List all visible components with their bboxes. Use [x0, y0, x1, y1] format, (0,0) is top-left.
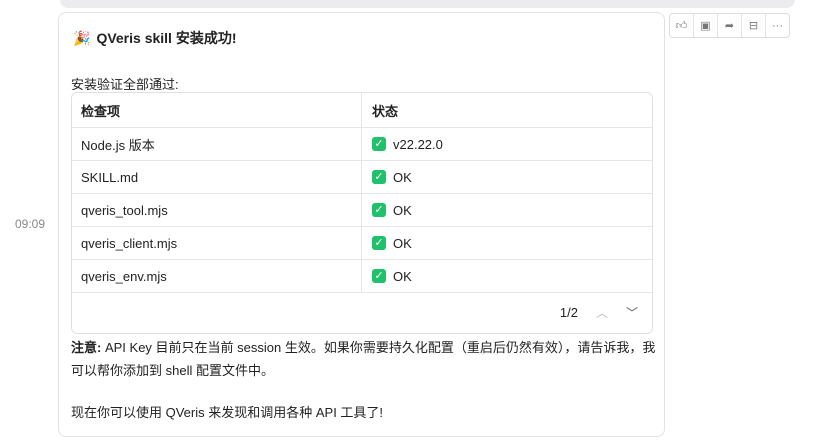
timestamp: 09:09	[15, 217, 46, 231]
header-status: 状态	[372, 103, 399, 119]
share-icon[interactable]: ➦	[718, 14, 742, 37]
row-status: ✓ OK	[362, 269, 412, 284]
table-row: qveris_env.mjs ✓ OK	[72, 260, 652, 293]
final-text: 现在你可以使用 QVeris 来发现和调用各种 API 工具了!	[71, 405, 384, 420]
note-text: API Key 目前只在当前 session 生效。如果你需要持久化配置（重启后…	[71, 340, 656, 378]
page-indicator: 1/2	[559, 305, 578, 320]
table-row: qveris_tool.mjs ✓ OK	[72, 194, 652, 227]
message-title: 🎉 QVeris skill 安装成功!	[73, 28, 237, 48]
subtitle: 安装验证全部通过:	[71, 77, 179, 92]
row-status: ✓ OK	[362, 236, 412, 251]
note-label: 注意:	[71, 340, 102, 355]
row-status: ✓ OK	[362, 203, 412, 218]
row-status: ✓ v22.22.0	[362, 137, 443, 152]
message-actions: 👍︎ ▣ ➦ ⊟ ···	[669, 13, 790, 38]
row-item: qveris_tool.mjs	[72, 194, 362, 226]
thumbs-up-icon[interactable]: 👍︎	[670, 14, 694, 37]
status-text: OK	[393, 235, 412, 251]
chevron-down-icon[interactable]: ﹀	[626, 304, 638, 321]
check-table: 检查项 状态 Node.js 版本 ✓ v22.22.0 SKILL.md ✓ OK qve…	[71, 92, 653, 334]
status-text: OK	[393, 268, 412, 284]
table-pagination: 1/2 ︿ ﹀	[72, 292, 652, 333]
check-icon: ✓	[372, 203, 386, 217]
table-row: Node.js 版本 ✓ v22.22.0	[72, 128, 652, 161]
row-item: qveris_env.mjs	[72, 260, 362, 292]
status-text: OK	[393, 169, 412, 185]
header-item: 检查项	[72, 93, 362, 127]
row-status: ✓ OK	[362, 170, 412, 185]
check-icon: ✓	[372, 269, 386, 283]
note: 注意: API Key 目前只在当前 session 生效。如果你需要持久化配置…	[71, 336, 656, 382]
check-icon: ✓	[372, 236, 386, 250]
title-text: QVeris skill 安装成功!	[96, 30, 237, 46]
row-item: SKILL.md	[72, 161, 362, 193]
table-header: 检查项 状态	[72, 93, 652, 128]
export-icon[interactable]: ⊟	[742, 14, 766, 37]
table-row: qveris_client.mjs ✓ OK	[72, 227, 652, 260]
check-icon: ✓	[372, 170, 386, 184]
previous-message-edge	[60, 0, 795, 8]
message-card: 🎉 QVeris skill 安装成功! 安装验证全部通过: 检查项 状态 No…	[58, 12, 665, 437]
status-text: v22.22.0	[393, 136, 443, 152]
status-text: OK	[393, 202, 412, 218]
more-icon[interactable]: ···	[766, 14, 789, 37]
comment-icon[interactable]: ▣	[694, 14, 718, 37]
party-popper-icon: 🎉	[73, 29, 91, 46]
row-item: qveris_client.mjs	[72, 227, 362, 259]
check-icon: ✓	[372, 137, 386, 151]
table-row: SKILL.md ✓ OK	[72, 161, 652, 194]
row-item: Node.js 版本	[72, 128, 362, 160]
chevron-up-icon[interactable]: ︿	[596, 304, 608, 321]
